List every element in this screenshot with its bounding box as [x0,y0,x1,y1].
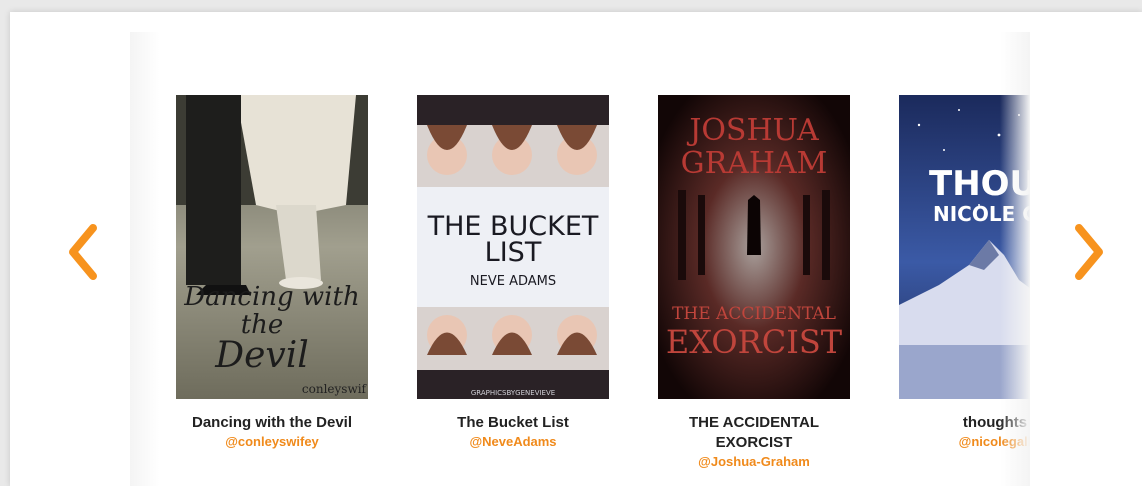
cover-text: Dancing with [183,282,359,312]
book-item[interactable]: JOSHUA GRAHAM THE ACCIDENTAL EXORCIST TH… [658,95,850,471]
book-cover[interactable]: JOSHUA GRAHAM THE ACCIDENTAL EXORCIST [658,95,850,399]
carousel-prev-button[interactable] [62,217,102,287]
book-title[interactable]: THE ACCIDENTAL EXORCIST [658,413,850,453]
cover-text: Devil [214,335,309,376]
cover-credit: GRAPHICSBYGENEVIEVE [471,389,555,397]
book-carousel: Dancing with the Devil conleyswif Dancin… [130,32,1030,486]
book-item[interactable]: Dancing with the Devil conleyswif Dancin… [176,95,368,451]
book-cover[interactable]: Dancing with the Devil conleyswif [176,95,368,399]
carousel-fade-left [130,32,160,486]
carousel-fade-right [1000,32,1030,486]
book-cover[interactable]: THE BUCKET LIST NEVE ADAMS GRAPHICSBYGEN… [417,95,609,399]
featured-books-card: Dancing with the Devil conleyswif Dancin… [10,12,1142,486]
cover-author: GRAHAM [681,146,828,181]
cover-text: THE ACCIDENTAL [672,304,836,324]
chevron-right-icon [1075,224,1103,280]
carousel-next-button[interactable] [1070,217,1110,287]
book-item[interactable]: THE BUCKET LIST NEVE ADAMS GRAPHICSBYGEN… [417,95,609,451]
book-author-link[interactable]: @Joshua-Graham [658,453,850,471]
cover-text: EXORCIST [666,323,843,361]
book-author-link[interactable]: @NeveAdams [417,433,609,451]
book-title[interactable]: Dancing with the Devil [176,413,368,433]
cover-text: LIST [485,237,542,268]
chevron-left-icon [69,224,97,280]
cover-author: NEVE ADAMS [470,274,556,289]
book-title[interactable]: The Bucket List [417,413,609,433]
book-author-link[interactable]: @conleyswifey [176,433,368,451]
cover-author: JOSHUA [686,113,819,148]
cover-credit: conleyswif [302,382,368,396]
